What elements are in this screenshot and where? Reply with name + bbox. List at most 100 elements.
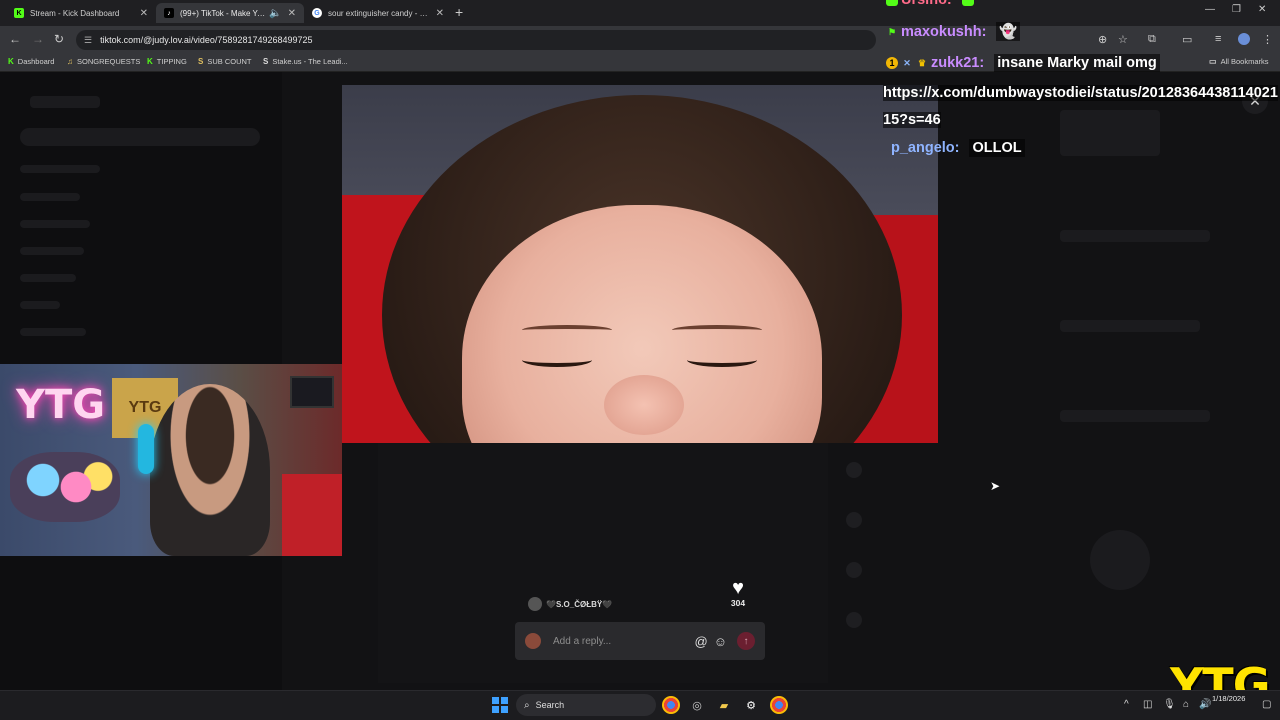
heart-icon: ♥ [732, 577, 744, 599]
video-nose [604, 375, 684, 435]
badge-icon: ✕ [903, 58, 911, 68]
maximize-icon[interactable]: ❐ [1232, 4, 1241, 15]
bookmark-stake[interactable]: S Stake.us - The Leadi... [263, 57, 348, 66]
new-tab-icon[interactable]: + [455, 4, 463, 20]
chat-text: https://x.com/dumbwaystodiei/status/2012… [883, 85, 1278, 128]
avatar [525, 633, 541, 649]
tray-app-icon[interactable]: ◫ [1143, 699, 1152, 710]
like-count: 304 [730, 598, 746, 608]
action-dimmed [846, 462, 862, 478]
action-dimmed [846, 512, 862, 528]
streamer-webcam: YTG YTG [0, 364, 342, 556]
video-brow [672, 325, 762, 335]
forward-icon[interactable]: → [32, 32, 44, 46]
app-icon[interactable]: ◎ [688, 696, 706, 714]
chat-text: insane Marky mail omg [994, 54, 1160, 72]
date: 1/18/2026 [1212, 694, 1246, 703]
video-brow [522, 325, 612, 335]
comment-user[interactable]: 🖤S.O_ČØŁBŸ🖤 [528, 597, 612, 611]
address-bar[interactable]: ☰ tiktok.com/@judy.lov.ai/video/75892817… [76, 30, 876, 50]
nav-item-dimmed [20, 165, 100, 173]
media-control-icon[interactable]: ≡ [1215, 33, 1221, 45]
close-tab-icon[interactable]: ✕ [436, 8, 444, 19]
tab-tiktok[interactable]: ♪ (99+) TikTok - Make Your Da 🔈 ✕ [156, 3, 304, 23]
kick-icon: K [14, 8, 24, 18]
send-arrow-icon[interactable]: ↑ [737, 632, 755, 650]
like-button[interactable]: ♥ 304 [726, 578, 750, 608]
avatar-dimmed [1090, 530, 1150, 590]
file-explorer-icon[interactable]: ▰ [715, 696, 733, 714]
bookmark-songrequests[interactable]: ♫ SONGREQUESTS [67, 57, 140, 66]
webcam-plushies [10, 452, 120, 522]
badge-icon [886, 0, 898, 6]
nav-item-dimmed [20, 274, 76, 282]
mention-icon[interactable]: @ [695, 634, 708, 649]
subcount-icon: S [198, 57, 204, 66]
video-eye [687, 353, 757, 367]
taskbar-search[interactable]: ⌕ Search [516, 694, 656, 716]
video-eye [522, 353, 592, 367]
microphone-icon[interactable]: 🎙 [1163, 699, 1176, 710]
chrome-icon[interactable] [662, 696, 680, 714]
chat-username: zukk21: [931, 55, 985, 71]
chat-message: 1 ✕ ♛ zukk21: insane Marky mail omg [886, 54, 1160, 72]
webcam-monitor [290, 376, 334, 408]
search-icon: ⌕ [524, 699, 530, 711]
extensions-icon[interactable]: ⧉ [1148, 33, 1156, 46]
reply-input-box[interactable]: Add a reply... @ ☺ ↑ [515, 622, 765, 660]
reload-icon[interactable]: ↻ [54, 32, 64, 46]
bookmark-star-icon[interactable]: ☆ [1118, 33, 1128, 46]
notification-icon[interactable]: ▢ [1262, 699, 1271, 710]
close-tab-icon[interactable]: ✕ [288, 8, 296, 19]
windows-start-icon[interactable] [492, 697, 508, 713]
emote-icon: 👻 [996, 22, 1021, 41]
action-dimmed [846, 612, 862, 628]
bookmark-dashboard[interactable]: K Dashboard [8, 57, 54, 66]
chat-message: Ursino: [886, 0, 977, 8]
network-icon[interactable]: ⌂ [1183, 699, 1189, 710]
tab-kick-dashboard[interactable]: K Stream - Kick Dashboard ✕ [6, 3, 156, 23]
tiktok-search-dimmed [20, 128, 260, 146]
close-window-icon[interactable]: ✕ [1258, 4, 1266, 15]
emoji-icon[interactable]: ☺ [714, 634, 727, 649]
badge-icon: ⚑ [887, 26, 897, 37]
chat-text: OLLOL [969, 139, 1025, 157]
speaker-icon[interactable]: 🔈 [269, 8, 281, 19]
tiktok-video[interactable] [342, 85, 938, 443]
reply-input[interactable]: Add a reply... [553, 636, 689, 647]
site-info-icon[interactable]: ☰ [84, 35, 92, 46]
nav-item-dimmed [20, 301, 60, 309]
songrequest-icon: ♫ [67, 57, 73, 66]
folder-icon: ▭ [1209, 57, 1217, 66]
badge-icon [961, 0, 974, 6]
tab-google-search[interactable]: G sour extinguisher candy - Goog ✕ [304, 3, 452, 23]
url-text: tiktok.com/@judy.lov.ai/video/7589281749… [100, 35, 313, 45]
bookmark-tipping[interactable]: K TIPPING [147, 57, 187, 66]
stake-icon: S [263, 57, 269, 66]
comment-dimmed [1060, 230, 1210, 242]
all-bookmarks[interactable]: ▭ All Bookmarks [1209, 57, 1269, 66]
side-panel-icon[interactable]: ▭ [1182, 33, 1192, 46]
bookmark-sub-count[interactable]: S SUB COUNT [198, 57, 252, 66]
nav-item-dimmed [20, 220, 90, 228]
mouse-cursor-icon: ➤ [990, 479, 1001, 493]
tiktok-icon: ♪ [164, 8, 174, 18]
volume-icon[interactable]: 🔊 [1199, 699, 1211, 710]
close-tab-icon[interactable]: ✕ [140, 8, 148, 19]
minimize-icon[interactable]: — [1205, 4, 1215, 15]
menu-kebab-icon[interactable]: ⋮ [1262, 33, 1273, 46]
profile-avatar-icon[interactable] [1238, 33, 1250, 45]
google-icon: G [312, 8, 322, 18]
tiktok-logo-dimmed [30, 96, 100, 108]
nav-item-dimmed [20, 193, 80, 201]
back-icon[interactable]: ← [9, 32, 21, 46]
steam-icon[interactable]: ⚙ [742, 696, 760, 714]
install-app-icon[interactable]: ⊕ [1098, 33, 1107, 46]
webcam-chair [282, 474, 342, 556]
chrome-icon[interactable] [770, 696, 788, 714]
nav-item-dimmed [20, 328, 86, 336]
comment-dimmed [1060, 320, 1200, 332]
tray-chevron-icon[interactable]: ^ [1124, 699, 1129, 710]
chat-username: p_angelo: [891, 140, 960, 156]
taskbar-clock[interactable]: 1/18/2026 [1212, 694, 1245, 704]
